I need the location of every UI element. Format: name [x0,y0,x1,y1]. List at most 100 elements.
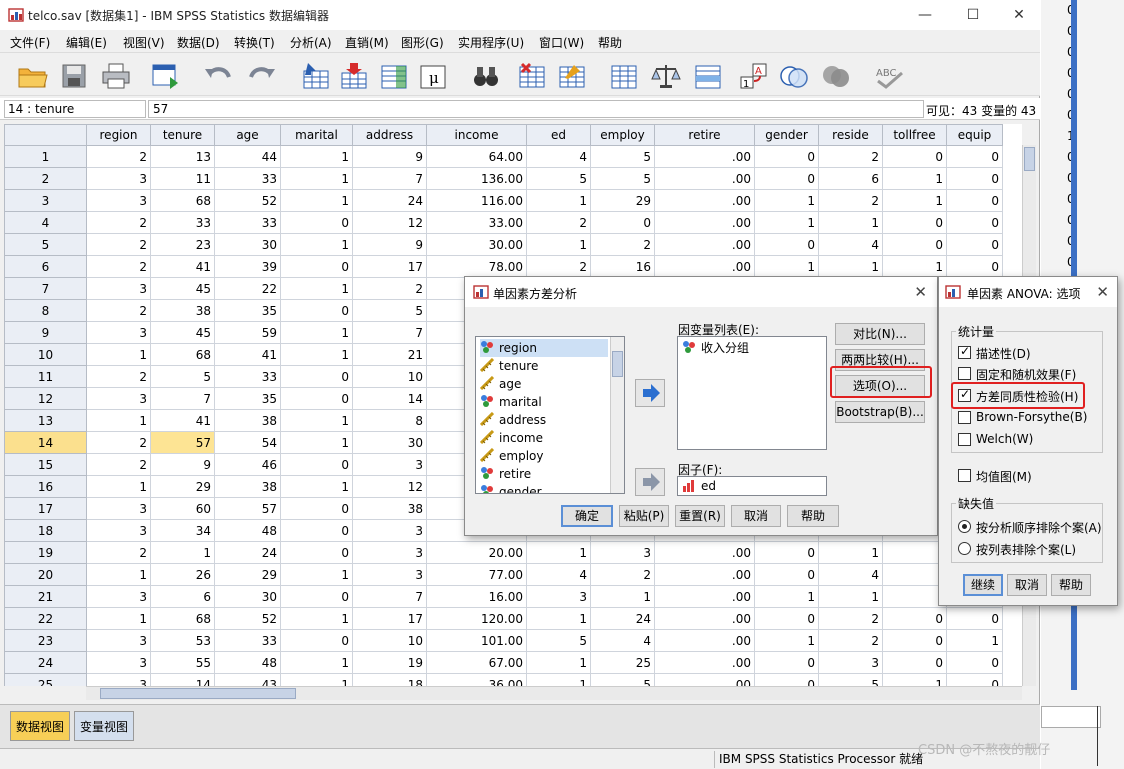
column-header[interactable]: reside [818,124,883,146]
row-header[interactable]: 21 [4,585,87,608]
data-cell[interactable]: 34 [150,519,215,542]
data-cell[interactable]: .00 [654,607,755,630]
data-cell[interactable]: 2 [818,629,883,652]
data-cell[interactable]: 24 [590,607,655,630]
vertical-scroll-thumb[interactable] [1024,147,1035,171]
data-cell[interactable]: 2 [526,211,591,234]
data-cell[interactable]: 4 [526,563,591,586]
data-cell[interactable]: 19 [352,651,427,674]
menu-transform[interactable]: 转换(T) [234,34,275,51]
data-cell[interactable]: 1 [818,211,883,234]
data-cell[interactable]: 1 [526,607,591,630]
dependent-list[interactable]: 收入分组 [677,336,827,450]
data-cell[interactable]: 1 [818,255,883,278]
data-cell[interactable]: 136.00 [426,167,527,190]
data-cell[interactable]: 33 [214,211,281,234]
data-cell[interactable] [882,585,947,608]
cancel-button[interactable]: 取消 [731,505,781,527]
data-cell[interactable]: 8 [352,409,427,432]
row-header[interactable]: 20 [4,563,87,586]
data-cell[interactable]: 0 [946,167,1003,190]
data-cell[interactable]: 10 [352,365,427,388]
data-cell[interactable]: 0 [754,651,819,674]
data-cell[interactable]: .00 [654,189,755,212]
close-window-button[interactable]: ✕ [996,0,1042,30]
data-cell[interactable]: 3 [86,651,151,674]
data-cell[interactable]: 2 [526,255,591,278]
data-cell[interactable]: 67.00 [426,651,527,674]
data-cell[interactable]: 1 [818,541,883,564]
goto-case-icon[interactable] [300,61,332,91]
data-cell[interactable]: 13 [150,145,215,168]
grid-corner[interactable] [4,124,87,146]
variable-list-item[interactable]: age [480,375,608,393]
data-cell[interactable]: .00 [654,255,755,278]
data-cell[interactable]: 0 [280,541,353,564]
data-cell[interactable]: 2 [86,541,151,564]
data-cell[interactable]: 3 [86,585,151,608]
data-cell[interactable]: 33 [214,167,281,190]
data-cell[interactable]: 4 [818,233,883,256]
column-header[interactable]: address [352,124,427,146]
data-cell[interactable]: 38 [150,299,215,322]
tab-variable-view[interactable]: 变量视图 [74,711,135,741]
show-all-variables-icon[interactable] [820,61,852,91]
data-cell[interactable]: 2 [86,255,151,278]
data-cell[interactable]: 0 [882,607,947,630]
data-cell[interactable]: 2 [86,431,151,454]
menu-direct-marketing[interactable]: 直销(M) [345,34,389,51]
use-sets-icon[interactable] [778,61,810,91]
data-cell[interactable]: .00 [654,651,755,674]
data-cell[interactable]: 2 [590,233,655,256]
data-cell[interactable]: .00 [654,211,755,234]
data-cell[interactable]: 0 [754,233,819,256]
data-cell[interactable]: 1 [882,255,947,278]
data-cell[interactable]: 1 [86,343,151,366]
data-cell[interactable]: 5 [590,673,655,686]
options-help-button[interactable]: 帮助 [1051,574,1091,596]
data-cell[interactable]: 2 [86,145,151,168]
row-header[interactable]: 19 [4,541,87,564]
data-cell[interactable]: 0 [280,255,353,278]
row-header[interactable]: 3 [4,189,87,212]
data-cell[interactable]: 52 [214,607,281,630]
data-cell[interactable]: 0 [280,585,353,608]
data-cell[interactable]: 101.00 [426,629,527,652]
data-cell[interactable]: 1 [280,343,353,366]
data-cell[interactable]: 3 [86,387,151,410]
data-cell[interactable]: 10 [352,629,427,652]
data-cell[interactable]: 30 [214,233,281,256]
data-cell[interactable]: 53 [150,629,215,652]
data-cell[interactable]: 1 [280,673,353,686]
variable-list-item[interactable]: employ [480,447,608,465]
data-cell[interactable]: 24 [214,541,281,564]
column-header[interactable]: gender [754,124,819,146]
print-icon[interactable] [100,61,132,91]
data-cell[interactable]: 21 [352,343,427,366]
exclude-listwise-radio[interactable] [958,542,971,555]
data-cell[interactable]: 3 [86,497,151,520]
data-cell[interactable]: 16 [590,255,655,278]
variable-list-item[interactable]: marital [480,393,608,411]
dialog-close-button[interactable]: ✕ [914,283,927,301]
data-cell[interactable]: 41 [214,343,281,366]
factor-field[interactable]: ed [677,476,827,496]
data-cell[interactable]: 1 [946,629,1003,652]
data-cell[interactable]: 0 [882,233,947,256]
data-cell[interactable]: 5 [818,673,883,686]
data-cell[interactable]: 52 [214,189,281,212]
data-cell[interactable]: 1 [754,255,819,278]
cell-value-input[interactable]: 57 [148,100,924,118]
recall-dialog-icon[interactable] [150,61,182,91]
tab-data-view[interactable]: 数据视图 [10,711,71,741]
horizontal-scroll-thumb[interactable] [100,688,296,699]
data-cell[interactable]: 3 [86,519,151,542]
data-cell[interactable]: 3 [526,585,591,608]
dependent-item[interactable]: 收入分组 [682,339,749,357]
data-cell[interactable]: 0 [280,365,353,388]
data-cell[interactable]: 68 [150,189,215,212]
move-to-factor-button[interactable] [635,468,665,496]
data-cell[interactable]: 29 [590,189,655,212]
data-cell[interactable]: 0 [882,145,947,168]
data-cell[interactable]: 2 [86,211,151,234]
